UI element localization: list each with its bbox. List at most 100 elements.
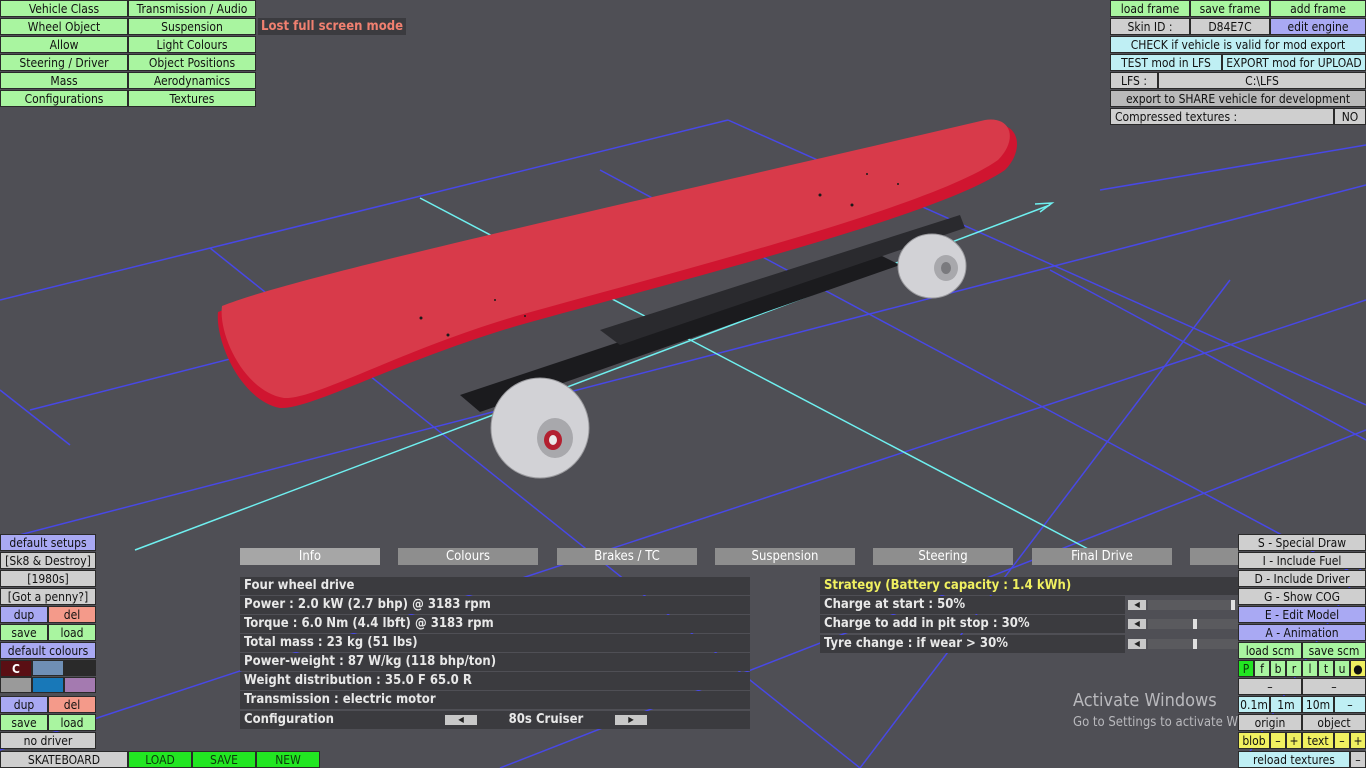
setup-era[interactable]: [1980s]	[0, 570, 96, 587]
blob-plus-button[interactable]: +	[1286, 732, 1302, 749]
view-b-toggle[interactable]: b	[1270, 660, 1286, 677]
menu-steering-driver[interactable]: Steering / Driver	[0, 54, 128, 71]
tab-info[interactable]: Info	[240, 548, 380, 565]
edit-model-button[interactable]: E - Edit Model	[1238, 606, 1366, 623]
tyre-change: Tyre change : if wear > 30%	[820, 635, 1125, 653]
load-frame-button[interactable]: load frame	[1110, 0, 1190, 17]
tab-suspension[interactable]: Suspension	[715, 548, 855, 565]
colour-load-button[interactable]: load	[48, 714, 96, 731]
tab-colours[interactable]: Colours	[398, 548, 538, 565]
no-driver-button[interactable]: no driver	[0, 732, 96, 749]
setup-dup-button[interactable]: dup	[0, 606, 48, 623]
tab-overflow[interactable]	[1190, 548, 1238, 565]
charge-pit-thumb[interactable]	[1193, 619, 1197, 629]
menu-vehicle-class[interactable]: Vehicle Class	[0, 0, 128, 17]
dot-toggle-icon[interactable]: ●	[1350, 660, 1366, 677]
info-power: Power : 2.0 kW (2.7 bhp) @ 3183 rpm	[240, 596, 750, 614]
edit-engine-button[interactable]: edit engine	[1270, 18, 1366, 35]
skin-id-value[interactable]: D84E7C	[1190, 18, 1270, 35]
reload-textures-button[interactable]: reload textures	[1238, 751, 1350, 768]
blob-minus-button[interactable]: –	[1270, 732, 1286, 749]
lfs-path[interactable]: C:\LFS	[1158, 72, 1366, 89]
minus-button-2[interactable]: –	[1302, 678, 1366, 695]
step-minus-button[interactable]: –	[1334, 696, 1366, 713]
reload-minus-button[interactable]: –	[1350, 751, 1366, 768]
charge-start-thumb[interactable]	[1231, 600, 1235, 610]
info-torque: Torque : 6.0 Nm (4.4 lbft) @ 3183 rpm	[240, 615, 750, 633]
check-valid-button[interactable]: CHECK if vehicle is valid for mod export	[1110, 36, 1366, 53]
charge-start-slider[interactable]	[1148, 600, 1238, 610]
view-t-toggle[interactable]: t	[1318, 660, 1334, 677]
view-l-toggle[interactable]: l	[1302, 660, 1318, 677]
show-cog-button[interactable]: G - Show COG	[1238, 588, 1366, 605]
view-r-toggle[interactable]: r	[1286, 660, 1302, 677]
tab-final-drive[interactable]: Final Drive	[1032, 548, 1172, 565]
menu-transmission-audio[interactable]: Transmission / Audio	[128, 0, 256, 17]
colour-swatch-5[interactable]	[32, 677, 64, 693]
load-scm-button[interactable]: load scm	[1238, 642, 1302, 659]
save-frame-button[interactable]: save frame	[1190, 0, 1270, 17]
charge-pit-slider[interactable]	[1148, 619, 1238, 629]
colour-del-button[interactable]: del	[48, 696, 96, 713]
tyre-change-thumb[interactable]	[1193, 639, 1197, 649]
test-mod-button[interactable]: TEST mod in LFS	[1110, 54, 1222, 71]
colour-swatch-4[interactable]	[0, 677, 32, 693]
default-setups-button[interactable]: default setups	[0, 534, 96, 551]
compressed-textures-toggle[interactable]: NO	[1334, 108, 1366, 125]
new-vehicle-button[interactable]: NEW	[256, 751, 320, 768]
colour-swatch-3[interactable]	[64, 660, 96, 676]
origin-button[interactable]: origin	[1238, 714, 1302, 731]
view-f-toggle[interactable]: f	[1254, 660, 1270, 677]
menu-textures[interactable]: Textures	[128, 90, 256, 107]
menu-allow[interactable]: Allow	[0, 36, 128, 53]
include-fuel-button[interactable]: I - Include Fuel	[1238, 552, 1366, 569]
colour-swatch-6[interactable]	[64, 677, 96, 693]
menu-mass[interactable]: Mass	[0, 72, 128, 89]
export-share-button[interactable]: export to SHARE vehicle for development	[1110, 90, 1366, 107]
setup-tagline[interactable]: [Got a penny?]	[0, 588, 96, 605]
charge-pit-decrease-icon[interactable]: ◀	[1128, 619, 1146, 629]
load-vehicle-button[interactable]: LOAD	[128, 751, 192, 768]
menu-object-positions[interactable]: Object Positions	[128, 54, 256, 71]
setup-del-button[interactable]: del	[48, 606, 96, 623]
config-next-arrow-icon[interactable]: ▶	[615, 715, 647, 725]
special-draw-button[interactable]: S - Special Draw	[1238, 534, 1366, 551]
default-colours-button[interactable]: default colours	[0, 642, 96, 659]
colour-dup-button[interactable]: dup	[0, 696, 48, 713]
colour-swatch-2[interactable]	[32, 660, 64, 676]
charge-start-decrease-icon[interactable]: ◀	[1128, 600, 1146, 610]
step-1m-button[interactable]: 1m	[1270, 696, 1302, 713]
menu-wheel-object[interactable]: Wheel Object	[0, 18, 128, 35]
setup-save-button[interactable]: save	[0, 624, 48, 641]
config-prev-arrow-icon[interactable]: ◀	[445, 715, 477, 725]
text-minus-button[interactable]: –	[1334, 732, 1350, 749]
tyre-change-slider[interactable]	[1148, 639, 1238, 649]
include-driver-button[interactable]: D - Include Driver	[1238, 570, 1366, 587]
text-plus-button[interactable]: +	[1350, 732, 1366, 749]
object-button[interactable]: object	[1302, 714, 1366, 731]
menu-suspension[interactable]: Suspension	[128, 18, 256, 35]
menu-light-colours[interactable]: Light Colours	[128, 36, 256, 53]
add-frame-button[interactable]: add frame	[1270, 0, 1366, 17]
colour-save-button[interactable]: save	[0, 714, 48, 731]
export-mod-button[interactable]: EXPORT mod for UPLOAD	[1222, 54, 1366, 71]
setup-name[interactable]: [Sk8 & Destroy]	[0, 552, 96, 569]
menu-aerodynamics[interactable]: Aerodynamics	[128, 72, 256, 89]
animation-button[interactable]: A - Animation	[1238, 624, 1366, 641]
step-0-1m-button[interactable]: 0.1m	[1238, 696, 1270, 713]
tyre-change-decrease-icon[interactable]: ◀	[1128, 639, 1146, 649]
view-u-toggle[interactable]: u	[1334, 660, 1350, 677]
setup-load-button[interactable]: load	[48, 624, 96, 641]
blob-button[interactable]: blob	[1238, 732, 1270, 749]
colour-c-swatch[interactable]: C	[0, 660, 32, 677]
tab-steering[interactable]: Steering	[873, 548, 1013, 565]
tab-brakes-tc[interactable]: Brakes / TC	[557, 548, 697, 565]
save-vehicle-button[interactable]: SAVE	[192, 751, 256, 768]
minus-button-1[interactable]: –	[1238, 678, 1302, 695]
view-p-toggle[interactable]: P	[1238, 660, 1254, 677]
step-10m-button[interactable]: 10m	[1302, 696, 1334, 713]
text-button[interactable]: text	[1302, 732, 1334, 749]
info-power-weight: Power-weight : 87 W/kg (118 bhp/ton)	[240, 653, 750, 671]
save-scm-button[interactable]: save scm	[1302, 642, 1366, 659]
menu-configurations[interactable]: Configurations	[0, 90, 128, 107]
